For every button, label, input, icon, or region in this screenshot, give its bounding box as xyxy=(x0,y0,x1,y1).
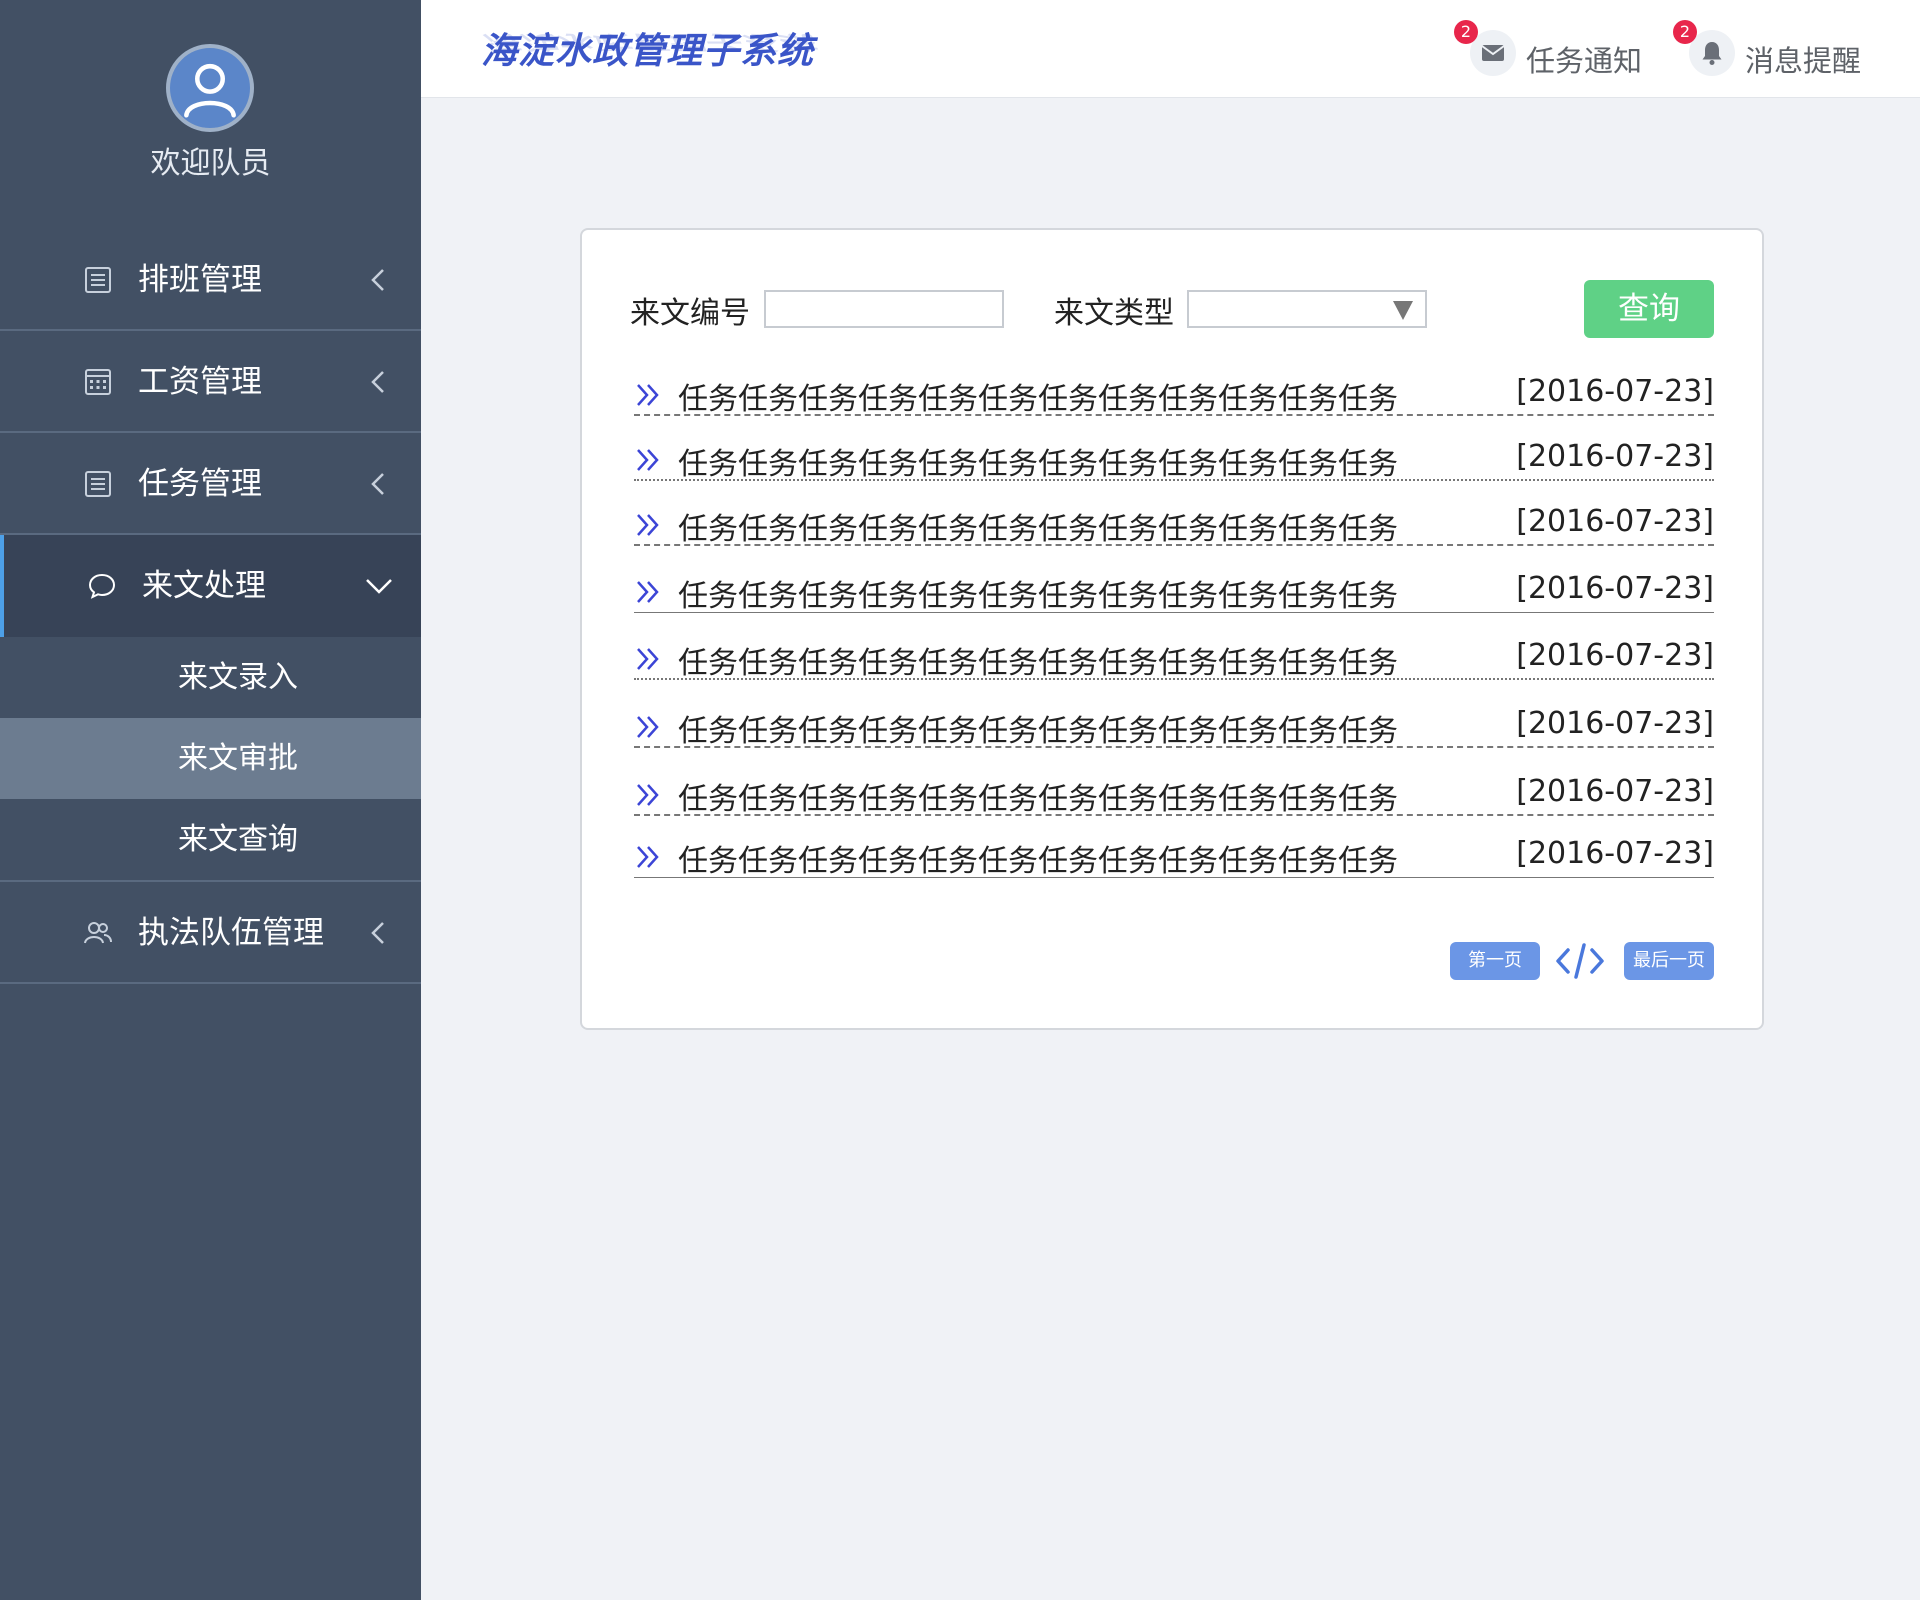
sidebar-item-label: 来文处理 xyxy=(142,568,266,604)
document-title: 任务任务任务任务任务任务任务任务任务任务任务任务 xyxy=(678,844,1398,879)
row-divider xyxy=(634,678,1714,680)
row-divider xyxy=(634,544,1714,546)
document-row[interactable]: 任务任务任务任务任务任务任务任务任务任务任务任务 [2016-07-23] xyxy=(634,702,1714,749)
sidebar-item-team[interactable]: 执法队伍管理 xyxy=(0,882,421,984)
document-title: 任务任务任务任务任务任务任务任务任务任务任务任务 xyxy=(678,382,1398,417)
document-date: [2016-07-23] xyxy=(1516,571,1714,606)
row-divider xyxy=(634,414,1714,416)
message-alert-label: 消息提醒 xyxy=(1745,44,1862,78)
sidebar-item-incoming-docs[interactable]: 来文处理 xyxy=(0,535,421,637)
document-date: [2016-07-23] xyxy=(1516,836,1714,871)
first-page-button[interactable]: 第一页 xyxy=(1450,942,1540,980)
document-date: [2016-07-23] xyxy=(1516,706,1714,741)
row-divider xyxy=(634,814,1714,816)
row-divider xyxy=(634,877,1714,878)
chevron-left-icon xyxy=(361,915,397,951)
double-chevron-right-icon xyxy=(634,842,664,872)
chevron-left-icon xyxy=(361,364,397,400)
document-approval-panel: 来文编号 来文类型 查询 任务任务任务任务任务任务任务任务任务任务任务任务 [2… xyxy=(580,228,1764,1030)
document-row[interactable]: 任务任务任务任务任务任务任务任务任务任务任务任务 [2016-07-23] xyxy=(634,832,1714,879)
document-date: [2016-07-23] xyxy=(1516,638,1714,673)
sidebar-item-label: 工资管理 xyxy=(138,364,262,400)
document-title: 任务任务任务任务任务任务任务任务任务任务任务任务 xyxy=(678,579,1398,614)
double-chevron-right-icon xyxy=(634,445,664,475)
document-row[interactable]: 任务任务任务任务任务任务任务任务任务任务任务任务 [2016-07-23] xyxy=(634,634,1714,681)
double-chevron-right-icon xyxy=(634,380,664,410)
doc-type-select[interactable] xyxy=(1187,290,1427,328)
doc-type-label: 来文类型 xyxy=(1054,296,1174,331)
row-divider xyxy=(634,746,1714,748)
calendar-grid-icon xyxy=(82,366,114,398)
team-icon xyxy=(82,917,114,949)
notification-badge: 2 xyxy=(1673,20,1697,44)
top-header: 海淀水政管理子系统 海淀水政管理子系统 2 任务通知 2 消息提醒 xyxy=(421,0,1920,98)
message-alert-button[interactable]: 2 消息提醒 xyxy=(1673,20,1864,80)
code-brackets-icon[interactable] xyxy=(1554,940,1606,982)
chevron-left-icon xyxy=(361,262,397,298)
list-icon xyxy=(82,264,114,296)
task-notice-label: 任务通知 xyxy=(1526,44,1643,78)
chevron-down-icon xyxy=(361,568,397,604)
user-icon xyxy=(184,63,236,118)
document-title: 任务任务任务任务任务任务任务任务任务任务任务任务 xyxy=(678,782,1398,817)
document-date: [2016-07-23] xyxy=(1516,374,1714,409)
doc-number-input[interactable] xyxy=(764,290,1004,328)
double-chevron-right-icon xyxy=(634,712,664,742)
row-divider xyxy=(634,479,1714,481)
task-notice-button[interactable]: 2 任务通知 xyxy=(1454,20,1645,80)
sidebar-submenu: 来文录入 来文审批 来文查询 xyxy=(0,637,421,882)
document-date: [2016-07-23] xyxy=(1516,439,1714,474)
list-icon xyxy=(82,468,114,500)
triangle-down-icon xyxy=(1391,298,1415,322)
document-title: 任务任务任务任务任务任务任务任务任务任务任务任务 xyxy=(678,714,1398,749)
chat-bubble-icon xyxy=(86,570,118,602)
document-row[interactable]: 任务任务任务任务任务任务任务任务任务任务任务任务 [2016-07-23] xyxy=(634,567,1714,614)
sidebar-nav: 排班管理 工资管理 任务管理 来文处理 来文录入 来文审批 来文查询 执法队伍管… xyxy=(0,229,421,984)
doc-number-label: 来文编号 xyxy=(630,296,750,331)
document-row[interactable]: 任务任务任务任务任务任务任务任务任务任务任务任务 [2016-07-23] xyxy=(634,435,1714,482)
double-chevron-right-icon xyxy=(634,644,664,674)
sidebar-subitem-doc-approval[interactable]: 来文审批 xyxy=(0,718,421,799)
sidebar-item-schedule[interactable]: 排班管理 xyxy=(0,229,421,331)
sidebar-item-tasks[interactable]: 任务管理 xyxy=(0,433,421,535)
last-page-button[interactable]: 最后一页 xyxy=(1624,942,1714,980)
double-chevron-right-icon xyxy=(634,510,664,540)
avatar[interactable] xyxy=(166,44,254,132)
sidebar: 欢迎队员 排班管理 工资管理 任务管理 来文处理 来文录入 来文审批 来文查询 … xyxy=(0,0,421,1600)
welcome-text: 欢迎队员 xyxy=(150,146,271,181)
notification-badge: 2 xyxy=(1454,20,1478,44)
sidebar-subitem-doc-entry[interactable]: 来文录入 xyxy=(0,637,421,718)
document-date: [2016-07-23] xyxy=(1516,504,1714,539)
double-chevron-right-icon xyxy=(634,577,664,607)
document-date: [2016-07-23] xyxy=(1516,774,1714,809)
sidebar-item-label: 执法队伍管理 xyxy=(138,915,324,951)
chevron-left-icon xyxy=(361,466,397,502)
sidebar-item-salary[interactable]: 工资管理 xyxy=(0,331,421,433)
sidebar-item-label: 排班管理 xyxy=(138,262,262,298)
row-divider xyxy=(634,612,1714,613)
document-row[interactable]: 任务任务任务任务任务任务任务任务任务任务任务任务 [2016-07-23] xyxy=(634,370,1714,417)
document-title: 任务任务任务任务任务任务任务任务任务任务任务任务 xyxy=(678,512,1398,547)
document-title: 任务任务任务任务任务任务任务任务任务任务任务任务 xyxy=(678,646,1398,681)
query-button[interactable]: 查询 xyxy=(1584,280,1714,338)
document-row[interactable]: 任务任务任务任务任务任务任务任务任务任务任务任务 [2016-07-23] xyxy=(634,770,1714,817)
document-row[interactable]: 任务任务任务任务任务任务任务任务任务任务任务任务 [2016-07-23] xyxy=(634,500,1714,547)
document-title: 任务任务任务任务任务任务任务任务任务任务任务任务 xyxy=(678,447,1398,482)
sidebar-item-label: 任务管理 xyxy=(138,466,262,502)
double-chevron-right-icon xyxy=(634,780,664,810)
app-title-reflection: 海淀水政管理子系统 xyxy=(481,30,815,54)
sidebar-subitem-doc-query[interactable]: 来文查询 xyxy=(0,799,421,880)
